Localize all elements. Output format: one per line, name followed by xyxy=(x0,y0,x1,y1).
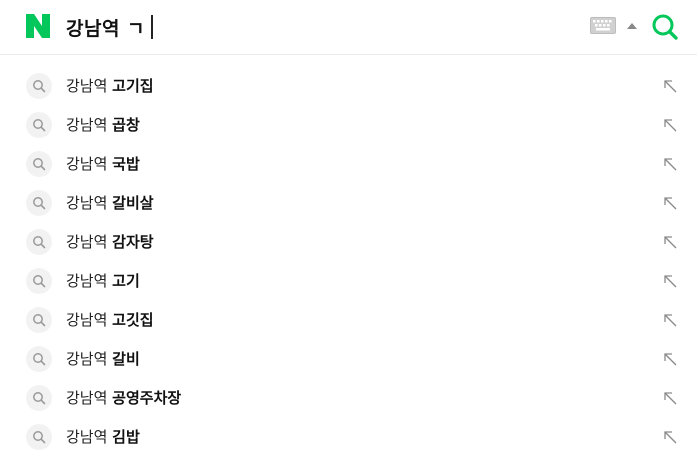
suggestion-prefix: 강남역 xyxy=(66,350,113,368)
suggestion-text: 강남역 곱창 xyxy=(66,114,140,136)
suggestion-suffix: 고기 xyxy=(112,272,140,290)
suggestion-prefix: 강남역 xyxy=(66,233,113,251)
suggestion-list: 강남역 고기집 강남역 곱창 강남역 국밥 강남역 갈비살 강남역 감자탕 강남… xyxy=(0,66,697,456)
text-cursor xyxy=(151,15,153,39)
magnifier-icon xyxy=(26,424,52,450)
magnifier-icon xyxy=(26,151,52,177)
naver-logo-icon[interactable] xyxy=(26,14,50,38)
suggestion-item[interactable]: 강남역 김밥 xyxy=(0,417,697,456)
arrow-up-left-icon[interactable] xyxy=(662,351,678,367)
suggestion-prefix: 강남역 xyxy=(66,428,113,446)
suggestion-text: 강남역 국밥 xyxy=(66,153,140,175)
suggestion-suffix: 고깃집 xyxy=(112,311,154,329)
suggestion-suffix: 고기집 xyxy=(112,77,154,95)
search-bar: 강남역 ㄱ xyxy=(0,0,697,55)
magnifier-icon xyxy=(26,190,52,216)
suggestion-item[interactable]: 강남역 곱창 xyxy=(0,105,697,144)
suggestion-item[interactable]: 강남역 고깃집 xyxy=(0,300,697,339)
suggestion-prefix: 강남역 xyxy=(66,272,113,290)
arrow-up-left-icon[interactable] xyxy=(662,234,678,250)
arrow-up-left-icon[interactable] xyxy=(662,273,678,289)
suggestion-suffix: 곱창 xyxy=(112,116,140,134)
suggestion-item[interactable]: 강남역 고기 xyxy=(0,261,697,300)
keyboard-icon[interactable] xyxy=(590,17,616,34)
magnifier-icon xyxy=(26,307,52,333)
suggestion-text: 강남역 김밥 xyxy=(66,426,140,448)
arrow-up-left-icon[interactable] xyxy=(662,390,678,406)
caret-up-icon[interactable] xyxy=(625,20,639,32)
suggestion-prefix: 강남역 xyxy=(66,311,113,329)
suggestion-item[interactable]: 강남역 갈비살 xyxy=(0,183,697,222)
search-input[interactable]: 강남역 ㄱ xyxy=(66,13,153,41)
suggestion-text: 강남역 고기 xyxy=(66,270,140,292)
suggestion-item[interactable]: 강남역 고기집 xyxy=(0,66,697,105)
suggestion-text: 강남역 갈비살 xyxy=(66,192,154,214)
suggestion-suffix: 국밥 xyxy=(112,155,140,173)
suggestion-suffix: 갈비살 xyxy=(112,194,154,212)
suggestion-text: 강남역 공영주차장 xyxy=(66,387,181,409)
magnifier-icon xyxy=(26,268,52,294)
suggestion-text: 강남역 고기집 xyxy=(66,75,154,97)
suggestion-prefix: 강남역 xyxy=(66,77,113,95)
suggestion-prefix: 강남역 xyxy=(66,389,113,407)
arrow-up-left-icon[interactable] xyxy=(662,312,678,328)
arrow-up-left-icon[interactable] xyxy=(662,117,678,133)
arrow-up-left-icon[interactable] xyxy=(662,78,678,94)
magnifier-icon xyxy=(26,346,52,372)
arrow-up-left-icon[interactable] xyxy=(662,156,678,172)
magnifier-icon xyxy=(26,112,52,138)
suggestion-prefix: 강남역 xyxy=(66,116,113,134)
suggestion-item[interactable]: 강남역 국밥 xyxy=(0,144,697,183)
suggestion-suffix: 갈비 xyxy=(112,350,140,368)
suggestion-text: 강남역 고깃집 xyxy=(66,309,154,331)
suggestion-text: 강남역 갈비 xyxy=(66,348,140,370)
arrow-up-left-icon[interactable] xyxy=(662,429,678,445)
suggestion-prefix: 강남역 xyxy=(66,155,113,173)
magnifier-icon xyxy=(26,73,52,99)
magnifier-icon xyxy=(26,385,52,411)
suggestion-item[interactable]: 강남역 감자탕 xyxy=(0,222,697,261)
suggestion-item[interactable]: 강남역 갈비 xyxy=(0,339,697,378)
suggestion-suffix: 감자탕 xyxy=(112,233,154,251)
suggestion-text: 강남역 감자탕 xyxy=(66,231,154,253)
suggestion-prefix: 강남역 xyxy=(66,194,113,212)
suggestion-suffix: 공영주차장 xyxy=(112,389,182,407)
search-query-text: 강남역 ㄱ xyxy=(66,17,146,40)
magnifier-icon xyxy=(26,229,52,255)
arrow-up-left-icon[interactable] xyxy=(662,195,678,211)
search-button[interactable] xyxy=(650,12,680,42)
suggestion-item[interactable]: 강남역 공영주차장 xyxy=(0,378,697,417)
suggestion-suffix: 김밥 xyxy=(112,428,140,446)
